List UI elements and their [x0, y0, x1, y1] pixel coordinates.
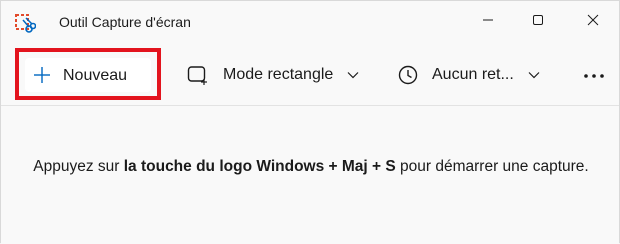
more-icon — [583, 66, 605, 84]
minimize-icon — [482, 13, 494, 31]
minimize-button[interactable] — [465, 1, 511, 43]
plus-icon — [33, 66, 51, 89]
toolbar: Nouveau Mode rectangle Aucun ret... — [1, 43, 619, 105]
clock-icon — [398, 65, 418, 85]
delay-label: Aucun ret... — [432, 66, 514, 83]
chevron-down-icon — [528, 71, 540, 79]
snipping-tool-window: Outil Capture d'écran Nouveau Mode recta… — [0, 0, 620, 244]
new-button-label: Nouveau — [63, 67, 128, 84]
instruction-shortcut: la touche du logo Windows + Maj + S — [123, 158, 396, 175]
instruction-prefix: Appuyez sur — [33, 158, 124, 175]
mode-dropdown[interactable]: Mode rectangle — [187, 57, 359, 93]
maximize-icon — [532, 13, 544, 31]
instruction-text: Appuyez sur la touche du logo Windows + … — [21, 154, 601, 179]
window-title: Outil Capture d'écran — [59, 14, 191, 30]
content-area: Appuyez sur la touche du logo Windows + … — [1, 106, 619, 244]
rectangle-mode-icon — [187, 65, 209, 85]
title-bar: Outil Capture d'écran — [1, 1, 619, 43]
instruction-suffix: pour démarrer une capture. — [395, 158, 589, 175]
delay-dropdown[interactable]: Aucun ret... — [398, 57, 540, 93]
close-icon — [587, 13, 599, 31]
more-options-button[interactable] — [575, 57, 613, 93]
chevron-down-icon — [347, 71, 359, 79]
maximize-button[interactable] — [515, 1, 561, 43]
mode-label: Mode rectangle — [223, 66, 334, 83]
snipping-tool-icon — [14, 13, 37, 35]
close-button[interactable] — [570, 1, 616, 43]
new-button[interactable]: Nouveau — [25, 58, 151, 92]
